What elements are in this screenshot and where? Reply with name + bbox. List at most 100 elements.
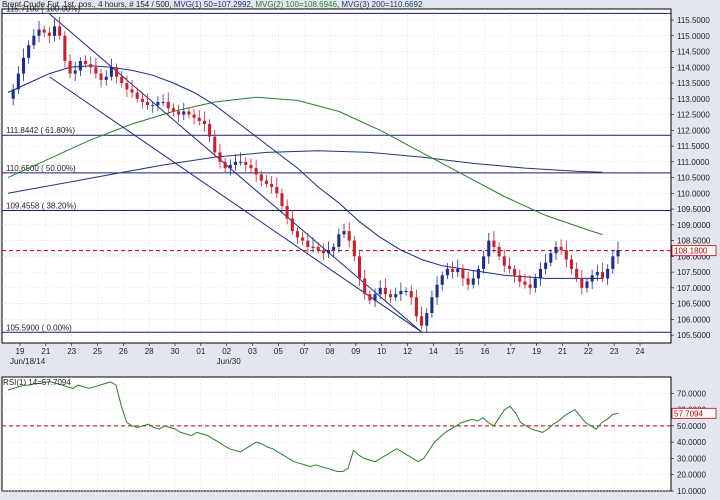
candle-body bbox=[487, 240, 491, 257]
candle-body bbox=[109, 67, 113, 77]
time-tick-label: 07 bbox=[300, 347, 309, 356]
price-tick-label: 113.5000 bbox=[677, 79, 710, 88]
candle-body bbox=[404, 291, 408, 293]
candle-body bbox=[270, 183, 274, 188]
candle-body bbox=[285, 205, 289, 219]
candle-body bbox=[538, 268, 542, 279]
candle-body bbox=[363, 278, 367, 295]
candle-body bbox=[549, 253, 553, 263]
time-tick-label: 01 bbox=[196, 347, 205, 356]
candle-body bbox=[63, 35, 67, 61]
candle-body bbox=[213, 136, 217, 153]
date-sublabel: Jun/18/14 bbox=[10, 357, 46, 366]
time-tick-label: 24 bbox=[636, 347, 645, 356]
rsi-tick-label: 10.0000 bbox=[677, 487, 706, 495]
candle-body bbox=[73, 70, 77, 74]
candle-body bbox=[554, 246, 558, 254]
time-tick-label: 19 bbox=[532, 347, 541, 356]
candle-body bbox=[99, 73, 103, 80]
candle-body bbox=[435, 284, 439, 298]
rsi-tick-label: 70.0000 bbox=[677, 389, 706, 398]
candle-body bbox=[580, 278, 584, 288]
candle-body bbox=[368, 294, 372, 301]
candle-body bbox=[177, 111, 181, 115]
price-tick-label: 109.5000 bbox=[677, 205, 711, 214]
candle-body bbox=[476, 268, 480, 279]
candle-body bbox=[192, 114, 196, 118]
price-tick-label: 111.0000 bbox=[677, 158, 710, 167]
price-tick-label: 108.5000 bbox=[677, 237, 711, 246]
candle-body bbox=[290, 218, 294, 232]
candle-body bbox=[104, 76, 108, 80]
candle-body bbox=[259, 174, 263, 181]
time-tick-label: 09 bbox=[351, 347, 360, 356]
candle-body bbox=[378, 287, 382, 295]
candle-body bbox=[78, 60, 82, 71]
rsi-plot-area[interactable] bbox=[1, 376, 672, 492]
candle-body bbox=[528, 284, 532, 288]
candle-body bbox=[208, 124, 212, 137]
candle-body bbox=[94, 67, 98, 74]
candle-body bbox=[187, 111, 191, 115]
candle-body bbox=[575, 268, 579, 279]
candle-body bbox=[544, 262, 548, 269]
candle-body bbox=[218, 152, 222, 162]
candle-body bbox=[316, 246, 320, 251]
time-tick-label: 02 bbox=[222, 347, 231, 356]
rsi-axis: 70.000060.000050.000040.000030.000020.00… bbox=[671, 389, 706, 496]
candle-body bbox=[357, 256, 362, 279]
candle-body bbox=[518, 275, 522, 282]
candle-body bbox=[311, 246, 315, 248]
candle-body bbox=[27, 45, 31, 58]
svg-text:57.7094: 57.7094 bbox=[674, 409, 703, 418]
price-tick-label: 106.0000 bbox=[677, 315, 711, 324]
candle-body bbox=[306, 240, 310, 247]
candle-body bbox=[337, 234, 341, 247]
candle-body bbox=[125, 83, 129, 90]
header-instrument: Brent Crude Fut. 1st. pos., 4 hours, # 1… bbox=[2, 0, 423, 9]
candle-body bbox=[600, 272, 605, 279]
price-tick-label: 115.5000 bbox=[677, 16, 710, 25]
fib-level-label: 105.5900 ( 0.00%) bbox=[6, 323, 72, 332]
fib-level-label: 111.8442 ( 61.80%) bbox=[6, 126, 75, 135]
time-tick-label: 15 bbox=[455, 347, 464, 356]
candle-body bbox=[389, 294, 393, 298]
time-axis: 19 21 23 25 26 28 30 01 02 03 05 07 08 09 10 12 14 15 16 17… bbox=[10, 343, 645, 366]
time-tick-label: 21 bbox=[41, 347, 50, 356]
candle-body bbox=[16, 73, 20, 90]
candle-body bbox=[11, 89, 15, 99]
time-tick-label: 30 bbox=[171, 347, 180, 356]
price-tick-label: 114.5000 bbox=[677, 48, 710, 57]
candle-body bbox=[492, 240, 496, 247]
candle-body bbox=[197, 117, 201, 121]
price-tick-label: 110.5000 bbox=[677, 174, 710, 183]
candle-body bbox=[513, 268, 517, 276]
candle-body bbox=[471, 278, 475, 285]
candle-body bbox=[254, 168, 258, 175]
candle-body bbox=[347, 231, 351, 241]
time-tick-label: 17 bbox=[506, 347, 515, 356]
price-tick-label: 110.0000 bbox=[677, 189, 710, 198]
candle-body bbox=[523, 281, 527, 285]
candle-body bbox=[120, 76, 124, 84]
chart-window: 115.7100 ( 100.00%) 111.8442 ( 61.80%) 110… bbox=[0, 0, 720, 496]
rsi-value-badge: 57.7094 bbox=[671, 407, 717, 419]
time-tick-label: 23 bbox=[610, 347, 619, 356]
rsi-tick-label: 40.0000 bbox=[677, 438, 706, 447]
date-sublabel: Jun/30 bbox=[217, 357, 242, 366]
candle-body bbox=[616, 250, 620, 257]
candle-body bbox=[414, 297, 418, 317]
candle-body bbox=[275, 187, 279, 194]
candle-body bbox=[451, 268, 455, 273]
time-tick-label: 21 bbox=[558, 347, 567, 356]
candle-body bbox=[466, 278, 470, 285]
candle-body bbox=[140, 98, 144, 102]
time-tick-label: 05 bbox=[274, 347, 283, 356]
fib-level-label: 110.6500 ( 50.00%) bbox=[6, 164, 76, 173]
price-tick-label: 113.0000 bbox=[677, 95, 710, 104]
candle-body bbox=[244, 161, 248, 165]
fib-level-label: 109.4558 ( 38.20%) bbox=[6, 201, 77, 210]
candle-body bbox=[32, 35, 36, 46]
candle-body bbox=[52, 26, 57, 36]
candle-body bbox=[606, 268, 610, 279]
